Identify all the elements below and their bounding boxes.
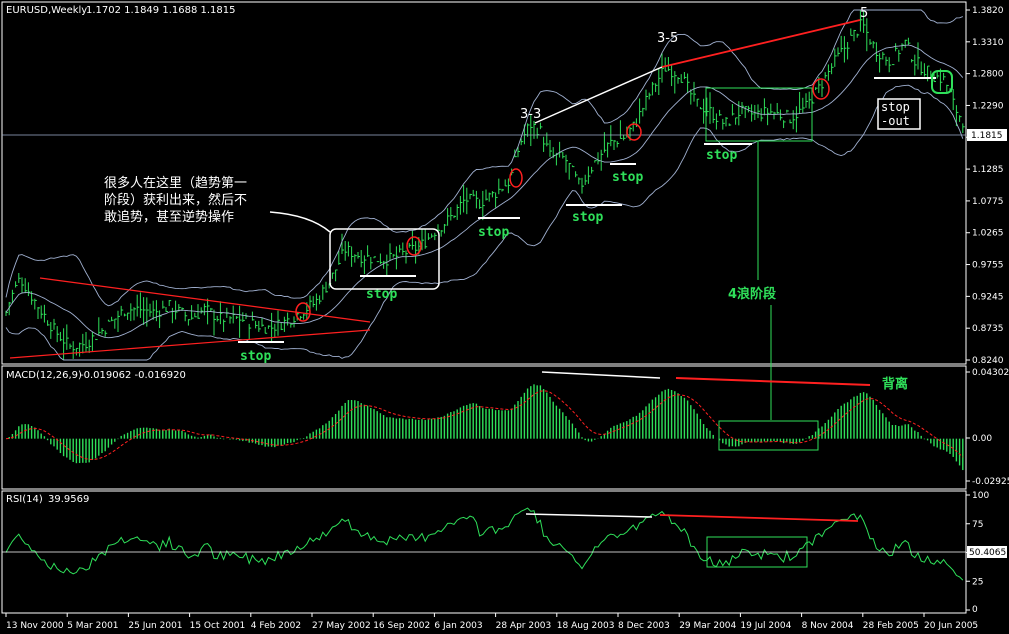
eurusd-weekly-chart: 1.38201.33101.28001.22901.17851.12851.07… [1, 1, 1009, 631]
price-y-tick-label: 1.2290 [972, 101, 1004, 111]
stop-label-3: stop [478, 225, 509, 240]
wave4-label: 4浪阶段 [728, 286, 776, 302]
wave-5-label: 5 [860, 6, 868, 21]
price-y-tick-label: 0.8240 [972, 356, 1004, 366]
stop-label-1: stop [240, 349, 271, 364]
note-line-1: 很多人在这里（趋势第一 [104, 175, 247, 191]
price-y-tick-label: 1.1285 [972, 165, 1004, 175]
x-tick-label: 28 Feb 2005 [863, 621, 919, 631]
price-y-tick-label: 1.3820 [972, 6, 1004, 16]
price-y-tick-label: 1.0775 [972, 197, 1004, 207]
rsi-current-text: 50.4065 [969, 548, 1006, 558]
macd-label: MACD(12,26,9) [6, 370, 82, 381]
x-tick-label: 25 Jun 2001 [128, 621, 182, 631]
price-y-tick-label: 1.2800 [972, 70, 1004, 80]
price-y-tick-label: 1.0265 [972, 229, 1004, 239]
price-ohlc: 1.1702 1.1849 1.1688 1.1815 [86, 5, 236, 16]
stop-out-line-1: stop [881, 100, 910, 114]
price-symbol: EURUSD,Weekly [6, 5, 87, 16]
macd-y-tick-label: 0.04302 [972, 368, 1009, 378]
x-tick-label: 15 Oct 2001 [190, 621, 246, 631]
x-tick-label: 8 Nov 2004 [802, 621, 854, 631]
wave-3-5-label: 3-5 [657, 31, 678, 46]
x-tick-label: 29 Mar 2004 [679, 621, 736, 631]
divergence-label: 背离 [882, 376, 908, 392]
x-tick-label: 13 Nov 2000 [6, 621, 64, 631]
price-y-tick-label: 0.8735 [972, 324, 1004, 334]
stop-label-6: stop [706, 148, 737, 163]
note-line-3: 敢追势，甚至逆势操作 [104, 209, 234, 225]
macd-values: -0.019062 -0.016920 [80, 370, 186, 381]
rsi-y-tick-label: 25 [972, 577, 983, 587]
x-tick-label: 19 Jul 2004 [740, 621, 791, 631]
x-tick-label: 5 Mar 2001 [67, 621, 118, 631]
x-tick-label: 4 Feb 2002 [251, 621, 301, 631]
x-tick-label: 18 Aug 2003 [557, 621, 615, 631]
macd-y-tick-label: 0.00 [972, 434, 992, 444]
x-tick-label: 16 Sep 2002 [373, 621, 430, 631]
x-tick-label: 27 May 2002 [312, 621, 371, 631]
x-tick-label: 8 Dec 2003 [618, 621, 670, 631]
x-tick-label: 6 Jan 2003 [434, 621, 482, 631]
rsi-y-tick-label: 100 [972, 491, 989, 501]
stop-label-4: stop [572, 210, 603, 225]
rsi-value: 39.9569 [48, 494, 89, 505]
price-y-tick-label: 0.9755 [972, 261, 1004, 271]
macd-y-tick-label: -0.02925 [972, 477, 1009, 487]
rsi-label: RSI(14) [6, 494, 43, 505]
price-y-tick-label: 1.3310 [972, 38, 1004, 48]
note-line-2: 阶段）获利出来，然后不 [104, 192, 247, 208]
current-price-text: 1.1815 [971, 131, 1003, 141]
price-y-tick-label: 0.9245 [972, 292, 1004, 302]
stop-label-5: stop [612, 170, 643, 185]
rsi-y-tick-label: 0 [972, 605, 978, 615]
stop-out-line-2: -out [881, 114, 910, 128]
rsi-y-tick-label: 75 [972, 520, 983, 530]
x-tick-label: 28 Apr 2003 [496, 621, 552, 631]
wave-3-3-label: 3-3 [520, 107, 541, 122]
x-tick-label: 20 Jun 2005 [924, 621, 978, 631]
